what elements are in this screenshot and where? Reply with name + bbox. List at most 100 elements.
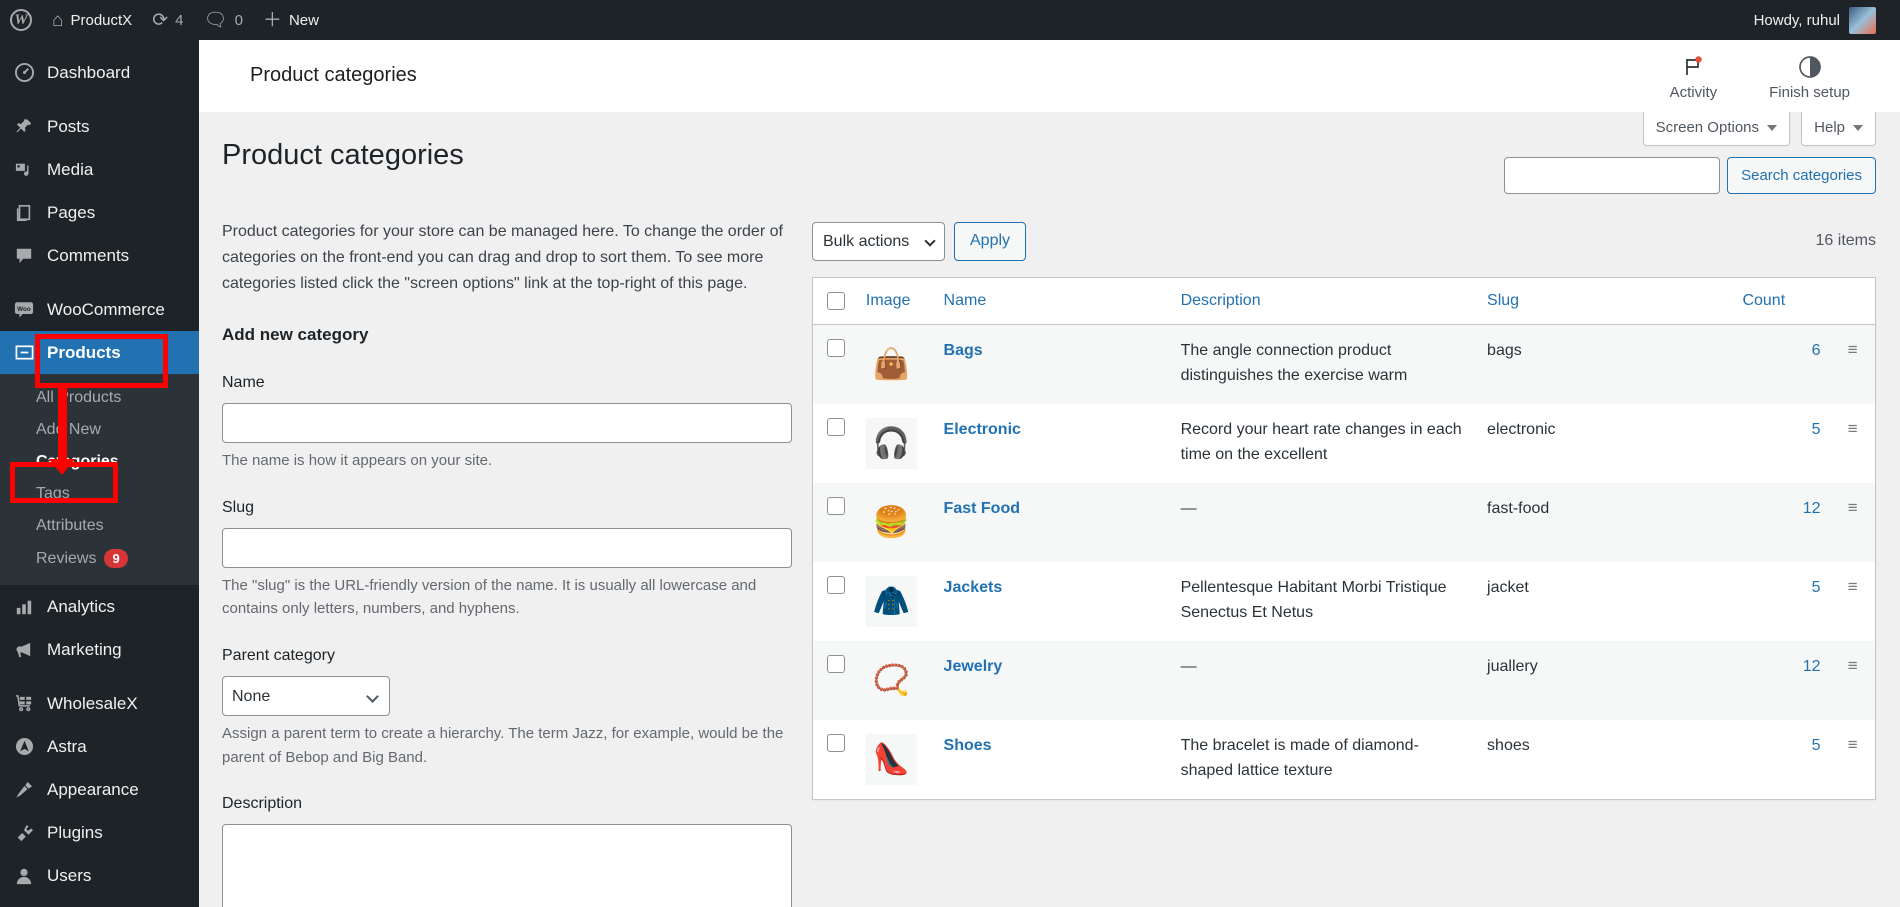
parent-category-label: Parent category [222, 647, 335, 665]
sidebar-item-label: Users [47, 865, 92, 885]
submenu-item-all-products[interactable]: All Products [0, 382, 199, 414]
search-input[interactable] [1504, 157, 1721, 194]
site-name-button[interactable]: ⌂ ProductX [42, 0, 142, 40]
page-intro-text: Product categories for your store can be… [222, 223, 783, 292]
sidebar-item-users[interactable]: Users [0, 854, 199, 897]
drag-handle-icon[interactable]: ≡ [1848, 340, 1858, 359]
row-image-cell: 🎧 [856, 404, 934, 483]
select-all-checkbox[interactable] [827, 292, 845, 310]
help-button[interactable]: Help [1801, 112, 1876, 146]
sidebar-item-media[interactable]: Media [0, 148, 199, 191]
sidebar-item-dashboard[interactable]: Dashboard [0, 51, 199, 94]
finish-setup-button[interactable]: Finish setup [1743, 50, 1876, 101]
sidebar-item-plugins[interactable]: Plugins [0, 811, 199, 854]
updates-button[interactable]: ⟳ 4 [142, 0, 193, 40]
row-count-cell: 12 [1732, 641, 1830, 720]
slug-input[interactable] [222, 527, 792, 568]
submenu-item-categories[interactable]: Categories [0, 446, 199, 478]
row-checkbox[interactable] [827, 655, 845, 673]
drag-handle-icon[interactable]: ≡ [1848, 656, 1858, 675]
apply-button[interactable]: Apply [954, 221, 1027, 261]
sidebar-item-marketing[interactable]: Marketing [0, 628, 199, 671]
column-header-slug[interactable]: Slug [1477, 277, 1733, 325]
count-link[interactable]: 6 [1812, 342, 1821, 359]
sidebar-item-appearance[interactable]: Appearance [0, 768, 199, 811]
high-heel-icon: 👠 [865, 734, 917, 785]
sidebar-item-comments[interactable]: Comments [0, 234, 199, 277]
menu-gap-1 [0, 94, 199, 105]
category-name-link[interactable]: Jewelry [944, 658, 1003, 675]
products-submenu: All Products Add New Categories Tags Att… [0, 374, 199, 585]
submenu-item-reviews[interactable]: Reviews 9 [0, 542, 199, 575]
comment-bubble-icon: 🗨 [203, 9, 228, 31]
categories-table-panel: Bulk actions Apply 16 items Image Name D… [812, 219, 1876, 800]
submenu-item-label: Add New [36, 421, 101, 438]
row-description-cell: The bracelet is made of diamond-shaped l… [1180, 737, 1419, 779]
description-textarea[interactable] [222, 824, 792, 907]
comments-button[interactable]: 🗨 0 [193, 0, 252, 40]
necklace-icon: 📿 [865, 655, 917, 706]
table-body: 👜 Bags The angle connection product dist… [812, 324, 1876, 800]
category-name-link[interactable]: Fast Food [944, 500, 1020, 517]
column-header-image: Image [855, 277, 934, 325]
row-name-cell: Bags [934, 325, 1171, 405]
sidebar-item-label: Dashboard [47, 62, 131, 82]
drag-handle-icon[interactable]: ≡ [1848, 419, 1858, 438]
submenu-item-add-new[interactable]: Add New [0, 414, 199, 446]
row-checkbox[interactable] [827, 576, 845, 594]
search-categories-button[interactable]: Search categories [1727, 157, 1876, 194]
name-input[interactable] [222, 403, 792, 444]
row-checkbox[interactable] [827, 339, 845, 357]
wordpress-logo-button[interactable]: W [0, 0, 42, 40]
megaphone-icon [13, 640, 35, 659]
activity-label: Activity [1669, 84, 1718, 101]
bulk-actions-select[interactable]: Bulk actions [812, 221, 945, 261]
column-header-name[interactable]: Name [933, 277, 1171, 325]
items-count-label: 16 items [1815, 232, 1876, 249]
sidebar-item-pages[interactable]: Pages [0, 191, 199, 234]
sidebar-item-analytics[interactable]: Analytics [0, 585, 199, 628]
field-slug: Slug The "slug" is the URL-friendly vers… [222, 495, 792, 621]
category-name-link[interactable]: Bags [944, 342, 983, 359]
row-name-cell: Shoes [934, 720, 1171, 800]
row-select-cell [813, 562, 856, 641]
row-checkbox[interactable] [827, 418, 845, 436]
category-name-link[interactable]: Jackets [944, 579, 1003, 596]
account-menu[interactable]: Howdy, ruhul [1754, 6, 1900, 34]
table-row: 👠 Shoes The bracelet is made of diamond-… [813, 720, 1876, 800]
sidebar-item-products[interactable]: Products [0, 331, 199, 374]
screen-options-button[interactable]: Screen Options [1642, 112, 1790, 146]
count-link[interactable]: 5 [1812, 579, 1821, 596]
drag-handle-icon[interactable]: ≡ [1848, 577, 1858, 596]
row-description-cell: — [1180, 500, 1197, 517]
parent-category-select[interactable]: None [222, 676, 390, 717]
sidebar-item-astra[interactable]: Astra [0, 725, 199, 768]
avatar [1849, 6, 1876, 34]
row-checkbox[interactable] [827, 497, 845, 515]
table-row: 🍔 Fast Food — fast-food 12 ≡ [812, 483, 1876, 562]
count-link[interactable]: 12 [1803, 658, 1821, 675]
submenu-item-tags[interactable]: Tags [0, 478, 199, 510]
count-link[interactable]: 12 [1803, 500, 1821, 517]
count-link[interactable]: 5 [1812, 737, 1821, 754]
home-icon: ⌂ [52, 9, 64, 31]
drag-handle-icon[interactable]: ≡ [1848, 498, 1858, 517]
category-name-link[interactable]: Shoes [944, 737, 992, 754]
row-count-cell: 5 [1732, 720, 1830, 800]
row-checkbox[interactable] [827, 734, 845, 752]
new-content-button[interactable]: ＋ New [253, 0, 329, 40]
updates-count: 4 [175, 11, 184, 29]
column-header-count[interactable]: Count [1732, 277, 1831, 325]
drag-handle-icon[interactable]: ≡ [1848, 735, 1858, 754]
menu-gap-3 [0, 671, 199, 682]
sidebar-item-wholesalex[interactable]: WholesaleX [0, 682, 199, 725]
category-name-link[interactable]: Electronic [944, 421, 1021, 438]
activity-button[interactable]: Activity [1644, 50, 1744, 101]
products-icon [13, 343, 35, 362]
row-slug-cell: shoes [1487, 737, 1530, 754]
count-link[interactable]: 5 [1812, 421, 1821, 438]
sidebar-item-posts[interactable]: Posts [0, 105, 199, 148]
submenu-item-attributes[interactable]: Attributes [0, 510, 199, 542]
sidebar-item-woocommerce[interactable]: Woo WooCommerce [0, 288, 199, 331]
column-header-description[interactable]: Description [1170, 277, 1478, 325]
